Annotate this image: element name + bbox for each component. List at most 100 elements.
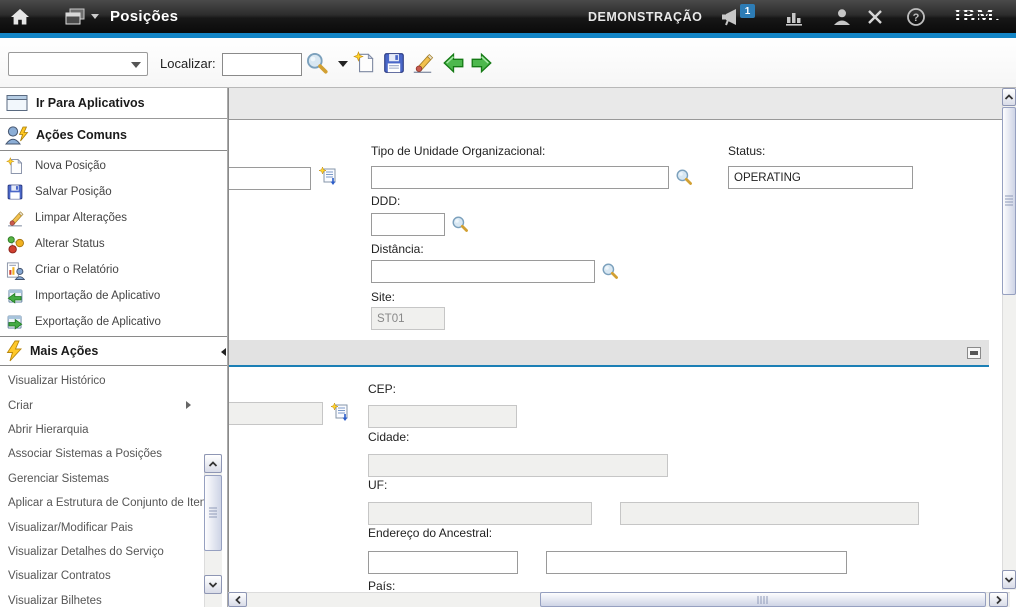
more-action-item[interactable]: Visualizar Bilhetes: [0, 589, 227, 607]
more-action-item[interactable]: Visualizar Contratos: [0, 564, 227, 588]
scroll-up-button[interactable]: [1002, 88, 1016, 106]
endereco-ancestral-input[interactable]: [368, 551, 518, 574]
action-criar-relatorio[interactable]: Criar o Relatório: [0, 257, 227, 283]
more-action-item[interactable]: Gerenciar Sistemas: [0, 467, 227, 491]
find-input[interactable]: [222, 53, 302, 76]
action-label: Limpar Alterações: [35, 212, 127, 224]
chevron-left-icon: [234, 595, 242, 605]
cidade-input: [368, 454, 668, 477]
more-action-item[interactable]: Abrir Hierarquia: [0, 418, 227, 442]
minimize-section-button[interactable]: [967, 347, 981, 359]
address-section-header: [229, 340, 989, 367]
page-title: Posições: [110, 0, 178, 33]
more-action-item[interactable]: Associar Sistemas a Posições: [0, 442, 227, 466]
next-record-button[interactable]: [468, 50, 494, 76]
distancia-label: Distância:: [371, 242, 424, 256]
endereco-ancestral-description-input[interactable]: [546, 551, 847, 574]
profile-button[interactable]: [832, 0, 852, 33]
scroll-left-button[interactable]: [228, 592, 247, 607]
more-action-item[interactable]: Visualizar Histórico: [0, 369, 227, 393]
save-record-button[interactable]: [381, 50, 407, 76]
endereco-ancestral-label: Endereço do Ancestral:: [368, 526, 492, 540]
uf-label: UF:: [368, 478, 387, 492]
ddd-lookup-button[interactable]: [449, 214, 471, 234]
sidebar-go-to-applications[interactable]: Ir Para Aplicativos: [0, 88, 227, 119]
long-description-button[interactable]: [330, 402, 352, 422]
site-label: Site:: [371, 290, 395, 304]
org-unit-type-input[interactable]: [371, 166, 669, 189]
new-document-icon: [4, 157, 26, 176]
distancia-input[interactable]: [371, 260, 595, 283]
horizontal-scrollbar-thumb[interactable]: [540, 592, 986, 607]
sidebar-go-to-label: Ir Para Aplicativos: [36, 96, 145, 110]
eraser-pencil-icon: [410, 51, 435, 75]
svg-text:?: ?: [913, 12, 920, 24]
sign-out-button[interactable]: [866, 0, 884, 33]
reports-button[interactable]: [784, 0, 804, 33]
vertical-scrollbar-thumb[interactable]: [1002, 107, 1016, 295]
site-input: [371, 307, 445, 330]
more-action-item[interactable]: Criar: [0, 393, 227, 417]
action-salvar-posicao[interactable]: Salvar Posição: [0, 179, 227, 205]
more-action-label: Visualizar Bilhetes: [8, 595, 102, 607]
collapse-sidebar-arrow[interactable]: [221, 348, 226, 356]
more-action-label: Associar Sistemas a Posições: [8, 448, 162, 460]
close-icon: [866, 9, 884, 25]
sidebar: Ir Para Aplicativos Ações Comuns Nova Po…: [0, 88, 228, 607]
environment-label: DEMONSTRAÇÃO: [588, 0, 702, 33]
distancia-lookup-button[interactable]: [599, 261, 621, 281]
top-navigation-bar: Posições DEMONSTRAÇÃO 1: [0, 0, 1016, 33]
position-input[interactable]: [228, 167, 311, 190]
scroll-right-button[interactable]: [989, 592, 1008, 607]
more-action-item[interactable]: Visualizar/Modificar Pais: [0, 515, 227, 539]
lightning-icon: [5, 340, 23, 362]
search-icon: [451, 215, 469, 233]
more-action-label: Abrir Hierarquia: [8, 424, 89, 436]
notification-badge: 1: [740, 4, 755, 18]
search-icon: [305, 51, 329, 75]
sidebar-scroll-up-button[interactable]: [204, 454, 222, 473]
find-label: Localizar:: [160, 56, 216, 71]
action-exportacao-aplicativo[interactable]: Exportação de Aplicativo: [0, 309, 227, 335]
action-importacao-aplicativo[interactable]: Importação de Aplicativo: [0, 283, 227, 309]
sidebar-more-actions-header: Mais Ações: [0, 336, 227, 366]
ddd-input[interactable]: [371, 213, 445, 236]
sidebar-scrollbar-thumb[interactable]: [204, 475, 222, 551]
chevron-down-icon: [91, 14, 99, 19]
action-nova-posicao[interactable]: Nova Posição: [0, 153, 227, 179]
new-document-icon: [353, 51, 377, 75]
chevron-right-icon: [995, 595, 1003, 605]
application-export-icon: [4, 313, 26, 332]
more-actions-list: Visualizar Histórico Criar Abrir Hierarq…: [0, 366, 227, 607]
action-limpar-alteracoes[interactable]: Limpar Alterações: [0, 205, 227, 231]
announcements-button[interactable]: [718, 0, 742, 33]
cidade-label: Cidade:: [368, 430, 409, 444]
new-record-button[interactable]: [352, 50, 378, 76]
more-action-item[interactable]: Aplicar a Estrutura de Conjunto de Itens: [0, 491, 227, 515]
help-icon: ?: [906, 7, 926, 27]
person-icon: [832, 8, 852, 26]
long-description-button[interactable]: [318, 166, 340, 186]
ibm-logo: IBM.: [954, 0, 1001, 33]
search-button[interactable]: [304, 50, 330, 76]
chevron-down-icon: [131, 62, 141, 68]
sidebar-scroll-down-button[interactable]: [204, 575, 222, 594]
long-description-icon: [330, 402, 352, 422]
action-alterar-status[interactable]: Alterar Status: [0, 231, 227, 257]
clear-changes-button[interactable]: [409, 50, 435, 76]
previous-record-button[interactable]: [440, 50, 466, 76]
save-icon: [382, 51, 406, 75]
search-options-caret[interactable]: [338, 61, 348, 67]
query-select[interactable]: [8, 52, 148, 76]
org-unit-type-lookup-button[interactable]: [673, 167, 695, 187]
status-input[interactable]: [728, 166, 913, 189]
chevron-down-icon: [1004, 576, 1014, 584]
go-to-apps-menu-button[interactable]: [64, 0, 99, 33]
ancestor-input: [228, 402, 323, 425]
more-action-item[interactable]: Visualizar Detalhes do Serviço: [0, 540, 227, 564]
home-button[interactable]: [10, 0, 30, 33]
scroll-down-button[interactable]: [1002, 570, 1016, 589]
help-button[interactable]: ?: [906, 0, 926, 33]
common-actions-icon: [5, 124, 29, 146]
grip-icon: [758, 596, 769, 604]
